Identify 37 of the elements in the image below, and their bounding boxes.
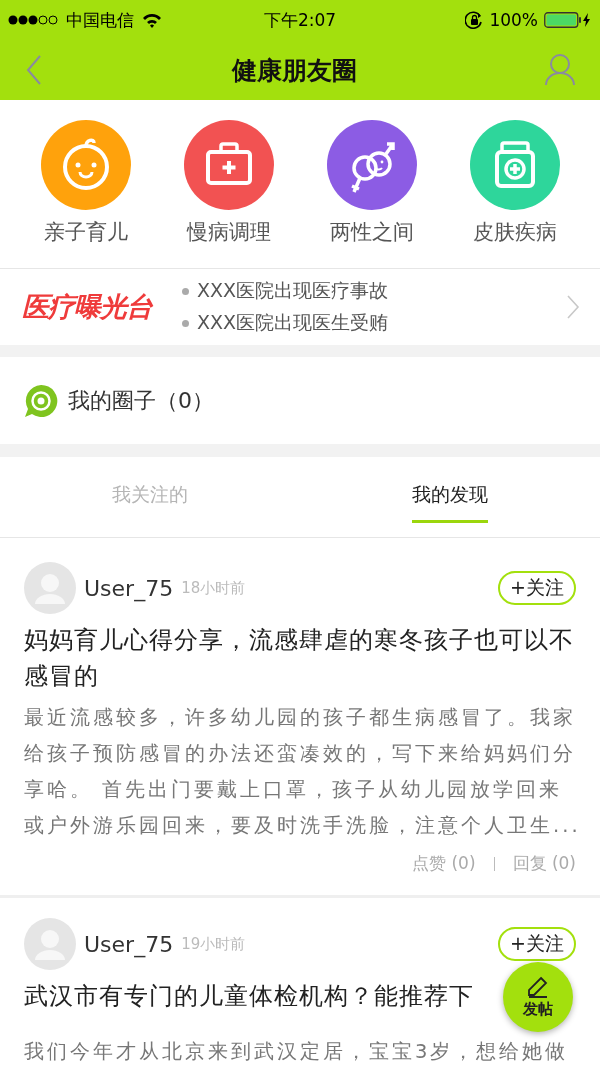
bullet-icon (182, 319, 189, 327)
post-excerpt: 我们今年才从北京来到武汉定居，宝宝3岁，想给她做 (24, 1039, 570, 1065)
post-title: 武汉市有专门的儿童体检机构？能推荐下 (24, 981, 474, 1012)
avatar-icon (24, 562, 76, 614)
bullet-icon (182, 287, 189, 295)
exposure-logo: 医疗曝光台 (22, 290, 154, 324)
chevron-right-icon[interactable] (566, 294, 580, 320)
pencil-icon (526, 975, 550, 998)
category-button[interactable]: 慢病调理 (183, 120, 274, 246)
headline-link[interactable]: XXX医院出现医生受贿 (182, 310, 566, 336)
rotation-lock-icon (465, 11, 484, 29)
category-button[interactable]: 两性之间 (326, 120, 417, 246)
post-excerpt: 最近流感较多，许多幼儿园的孩子都生病感冒了。我家给孩子预防感冒的办法还蛮凑效的，写下来给妈妈们分享哈。 首先出门要戴上口罩，孩子从幼儿园放学回来或户外游乐园回来，要及时洗手洗脸，注意个人卫生... (24, 705, 582, 839)
battery-icon (544, 12, 592, 28)
category-button[interactable]: 皮肤疾病 (469, 120, 560, 246)
post-time: 18小时前 (181, 578, 247, 598)
signal-icon (8, 13, 58, 27)
user-name: User_75 (84, 575, 174, 601)
new-post-button[interactable]: 发帖 (503, 962, 573, 1032)
avatar-icon (24, 918, 76, 970)
follow-button[interactable]: +关注 (498, 571, 576, 605)
page-title: 健康朋友圈 (231, 54, 357, 87)
my-circles-link[interactable]: 我的圈子（0） (68, 385, 214, 416)
post-time: 19小时前 (181, 934, 247, 954)
chat-bubble-icon (24, 383, 58, 418)
category-button[interactable]: 亲子育儿 (40, 120, 131, 246)
post-title: 妈妈育儿心得分享，流感肆虐的寒冬孩子也可以不感冒的 (24, 625, 575, 692)
follow-button[interactable]: +关注 (498, 927, 576, 961)
wifi-icon (142, 12, 162, 28)
carrier-name: 中国电信 (66, 8, 134, 32)
back-icon[interactable] (24, 54, 44, 86)
feed-tab[interactable]: 我的发现 (412, 471, 488, 523)
profile-icon[interactable] (544, 53, 576, 87)
user-name: User_75 (84, 931, 174, 957)
status-time: 下午2:07 (263, 8, 337, 32)
headline-link[interactable]: XXX医院出现医疗事故 (182, 278, 566, 304)
battery-percent: 100% (489, 10, 538, 30)
